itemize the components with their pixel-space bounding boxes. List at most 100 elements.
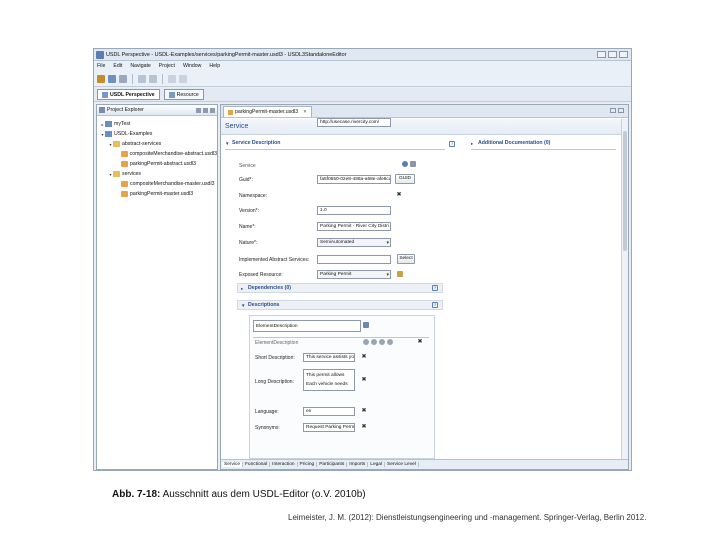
new-icon[interactable]	[97, 74, 105, 83]
descriptions-title[interactable]: Descriptions	[248, 302, 279, 308]
tree-item-label: abstract-services	[122, 141, 162, 147]
menu-project[interactable]: Project	[159, 63, 175, 69]
debug-icon[interactable]	[149, 74, 157, 83]
tree-item[interactable]: ▾ abstract-services	[97, 139, 217, 149]
section-twisty-icon[interactable]: ▼	[241, 303, 245, 308]
tree-item-label: USDL-Examples	[114, 131, 153, 137]
perspective-usdl[interactable]: USDL Perspective	[97, 89, 160, 100]
tree-item[interactable]: ▸ myTest	[97, 119, 217, 129]
open-resource-icon[interactable]	[397, 271, 403, 277]
page-tab-participants[interactable]: Participants	[317, 462, 348, 467]
nav-next-icon[interactable]	[379, 339, 385, 345]
guid-button[interactable]: GUID	[395, 174, 415, 184]
section-twisty-icon[interactable]: ▸	[241, 286, 243, 292]
nature-label: Nature*:	[239, 240, 258, 246]
project-explorer: Project Explorer ▸ myTest ▾ USDL-Examples ▾ a…	[96, 104, 218, 470]
minimize-button[interactable]	[597, 51, 606, 58]
guid-field[interactable]: fa5f0650-02e8-488a-a68e-afe8cd	[317, 175, 391, 184]
page-tab-imports[interactable]: Imports	[347, 462, 369, 467]
menu-edit[interactable]: Edit	[113, 63, 122, 69]
figure-caption: Abb. 7-18: Ausschnitt aus dem USDL-Edito…	[112, 489, 366, 500]
vertical-scrollbar[interactable]	[621, 119, 628, 459]
clear-icon[interactable]: ✖	[361, 377, 367, 383]
save-icon[interactable]	[108, 74, 116, 83]
page-tab-pricing[interactable]: Pricing	[298, 462, 318, 467]
add-description-icon[interactable]	[363, 322, 369, 328]
project-icon	[105, 121, 112, 127]
page-tab-service-level[interactable]: Service Level	[385, 462, 419, 467]
menu-file[interactable]: File	[97, 63, 105, 69]
help-icon[interactable]: ?	[432, 302, 438, 308]
short-description-field[interactable]: This service assists you	[303, 353, 355, 362]
exposed-resource-select[interactable]: Parking Permit	[317, 270, 391, 279]
scroll-thumb[interactable]	[623, 131, 627, 251]
page-tab-functional[interactable]: Functional	[243, 462, 271, 467]
forward-icon[interactable]	[179, 74, 187, 83]
usdl-file-icon	[228, 109, 233, 115]
collapse-all-icon[interactable]	[196, 107, 201, 113]
editor-tab-parking-permit[interactable]: parkingPermit-master.usdl3 ✕	[223, 106, 312, 117]
minimize-editor-icon[interactable]	[610, 108, 616, 113]
perspective-icon	[102, 91, 108, 98]
clear-icon[interactable]: ✖	[396, 192, 402, 198]
long-description-field[interactable]: This permit allows Each vehicle needs	[303, 369, 355, 391]
section-twisty-icon[interactable]: ▸	[471, 141, 473, 147]
descriptions-list-item[interactable]: ElementDescription	[253, 320, 361, 332]
maximize-editor-icon[interactable]	[618, 108, 624, 113]
tree-item[interactable]: parkingPermit-master.usdl3	[97, 189, 217, 199]
toolbar-separator	[132, 73, 133, 84]
service-description-title[interactable]: Service Description	[232, 140, 280, 146]
additional-documentation-title[interactable]: Additional Documentation (0)	[478, 140, 550, 146]
clear-icon[interactable]: ✖	[361, 408, 367, 414]
select-button[interactable]: Select	[397, 254, 415, 264]
menu-window[interactable]: Window	[183, 63, 201, 69]
menu-navigate[interactable]: Navigate	[130, 63, 150, 69]
name-label: Name*:	[239, 224, 256, 230]
page-tab-interaction[interactable]: Interaction	[270, 462, 298, 467]
tree-item[interactable]: compositeMerchandise-master.usdl3	[97, 179, 217, 189]
nav-last-icon[interactable]	[387, 339, 393, 345]
guid-label: Guid*:	[239, 177, 253, 183]
synonyms-field[interactable]: Request Parking Permi	[303, 423, 355, 432]
section-twisty-icon[interactable]: ▼	[225, 141, 229, 146]
form-header: Service	[221, 119, 621, 135]
nav-first-icon[interactable]	[363, 339, 369, 345]
page-tab-legal[interactable]: Legal	[368, 462, 386, 467]
tree-item[interactable]: ▾ USDL-Examples	[97, 129, 217, 139]
namespace-field[interactable]: http://usecase.rivercity.com/	[317, 118, 391, 127]
clear-icon[interactable]: ✖	[361, 354, 367, 360]
run-icon[interactable]	[138, 74, 146, 83]
print-icon[interactable]	[119, 74, 127, 83]
version-field[interactable]: 1.0	[317, 206, 391, 215]
refresh-icon[interactable]	[402, 161, 408, 167]
file-icon	[121, 161, 128, 167]
tree-item[interactable]: compositeMerchandise-abstract.usdl3	[97, 149, 217, 159]
dependencies-title[interactable]: Dependencies (0)	[248, 285, 291, 291]
menu-help[interactable]: Help	[209, 63, 220, 69]
implemented-services-field[interactable]	[317, 255, 391, 264]
back-icon[interactable]	[168, 74, 176, 83]
nature-select[interactable]: SemiAutomated	[317, 238, 391, 247]
name-field[interactable]: Parking Permit - River City Distri	[317, 222, 391, 231]
file-icon	[120, 151, 128, 157]
help-icon[interactable]: ?	[449, 141, 455, 147]
tree-item[interactable]: parkingPermit-abstract.usdl3	[97, 159, 217, 169]
language-field[interactable]: en	[303, 407, 355, 416]
version-label: Version*:	[239, 208, 260, 214]
delete-description-icon[interactable]: ✖	[417, 339, 423, 345]
link-editor-icon[interactable]	[203, 107, 208, 113]
close-button[interactable]	[619, 51, 628, 58]
clear-icon[interactable]: ✖	[361, 424, 367, 430]
folder-icon	[113, 141, 120, 147]
usdl-editor: parkingPermit-master.usdl3 ✕ Service ▼ S…	[220, 104, 629, 470]
tree-item[interactable]: ▾ services	[97, 169, 217, 179]
namespace-label: Namespace:	[239, 193, 268, 199]
help-icon[interactable]: ?	[432, 285, 438, 291]
page-tab-service[interactable]: Service	[222, 462, 243, 467]
maximize-button[interactable]	[608, 51, 617, 58]
view-menu-icon[interactable]	[210, 107, 215, 113]
settings-icon[interactable]	[410, 161, 416, 167]
nav-previous-icon[interactable]	[371, 339, 377, 345]
close-tab-icon[interactable]: ✕	[303, 109, 307, 115]
perspective-resource[interactable]: Resource	[163, 89, 204, 100]
